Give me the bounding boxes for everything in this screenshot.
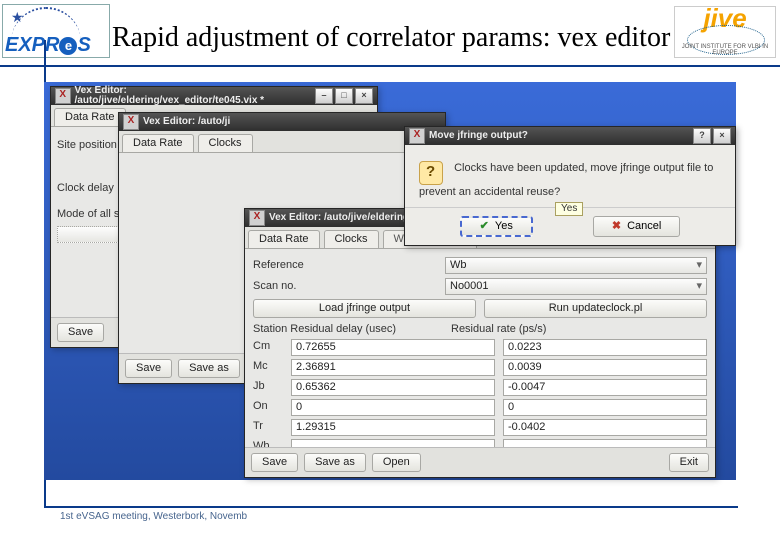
- question-icon: [419, 161, 443, 185]
- close-button-icon[interactable]: ×: [713, 128, 731, 144]
- move-jfringe-dialog: X Move jfringe output? ? × Clocks have b…: [404, 126, 736, 246]
- exit-button[interactable]: Exit: [669, 453, 709, 472]
- save-as-button[interactable]: Save as: [304, 453, 366, 472]
- reference-label: Reference: [253, 260, 439, 271]
- window-title: Vex Editor: /auto/jive/eldering/vex_edit…: [75, 86, 311, 106]
- minimize-icon[interactable]: –: [315, 88, 333, 104]
- save-as-button[interactable]: Save as: [178, 359, 240, 378]
- yes-button[interactable]: ✔Yes: [460, 216, 533, 237]
- load-jfringe-button[interactable]: Load jfringe output: [253, 299, 476, 318]
- station-grid: Cm0.726550.0223 Mc2.368910.0039 Jb0.6536…: [253, 339, 707, 454]
- delay-input[interactable]: 0.65362: [291, 379, 495, 396]
- tab-data-rate[interactable]: Data Rate: [122, 134, 194, 152]
- open-button[interactable]: Open: [372, 453, 421, 472]
- rate-input[interactable]: 0.0223: [503, 339, 707, 356]
- delay-input[interactable]: 2.36891: [291, 359, 495, 376]
- close-button-icon[interactable]: ×: [355, 88, 373, 104]
- save-button[interactable]: Save: [125, 359, 172, 378]
- tooltip-yes: Yes: [555, 202, 583, 216]
- scan-no-label: Scan no.: [253, 281, 439, 292]
- rate-input[interactable]: -0.0047: [503, 379, 707, 396]
- scan-no-dropdown[interactable]: No0001▾: [445, 278, 707, 295]
- tab-clocks[interactable]: Clocks: [198, 134, 253, 152]
- delay-input[interactable]: 0: [291, 399, 495, 416]
- vex-editor-window-3: X Vex Editor: /auto/jive/eldering/vex_ed…: [244, 208, 716, 478]
- rate-input[interactable]: -0.0402: [503, 419, 707, 436]
- slide-footer: 1st eVSAG meeting, Westerbork, Novemb: [60, 512, 247, 522]
- cancel-button[interactable]: ✖Cancel: [593, 216, 680, 237]
- dialog-title: Move jfringe output?: [429, 131, 528, 141]
- residual-delay-label: Station Residual delay (usec): [253, 324, 445, 335]
- reference-dropdown[interactable]: Wb▾: [445, 257, 707, 274]
- close-icon[interactable]: X: [409, 128, 425, 144]
- tab-data-rate[interactable]: Data Rate: [248, 230, 320, 248]
- clock-delay-label: Clock delay: [57, 183, 114, 194]
- maximize-icon[interactable]: □: [335, 88, 353, 104]
- tab-clocks[interactable]: Clocks: [324, 230, 379, 248]
- help-icon[interactable]: ?: [693, 128, 711, 144]
- delay-input[interactable]: 1.29315: [291, 419, 495, 436]
- tab-data-rate[interactable]: Data Rate: [54, 108, 126, 126]
- check-icon: ✔: [480, 221, 489, 232]
- close-icon[interactable]: X: [55, 88, 71, 104]
- rate-input[interactable]: 0: [503, 399, 707, 416]
- close-icon[interactable]: X: [123, 114, 139, 130]
- delay-input[interactable]: 0.72655: [291, 339, 495, 356]
- site-position-label: Site position: [57, 140, 117, 151]
- window-title: Vex Editor: /auto/ji: [143, 117, 230, 127]
- x-icon: ✖: [612, 221, 621, 232]
- close-icon[interactable]: X: [249, 210, 265, 226]
- dialog-message: Clocks have been updated, move jfringe o…: [419, 162, 713, 198]
- rate-input[interactable]: 0.0039: [503, 359, 707, 376]
- save-button[interactable]: Save: [251, 453, 298, 472]
- save-button[interactable]: Save: [57, 323, 104, 342]
- residual-rate-label: Residual rate (ps/s): [451, 324, 546, 335]
- run-updateclock-button[interactable]: Run updateclock.pl: [484, 299, 707, 318]
